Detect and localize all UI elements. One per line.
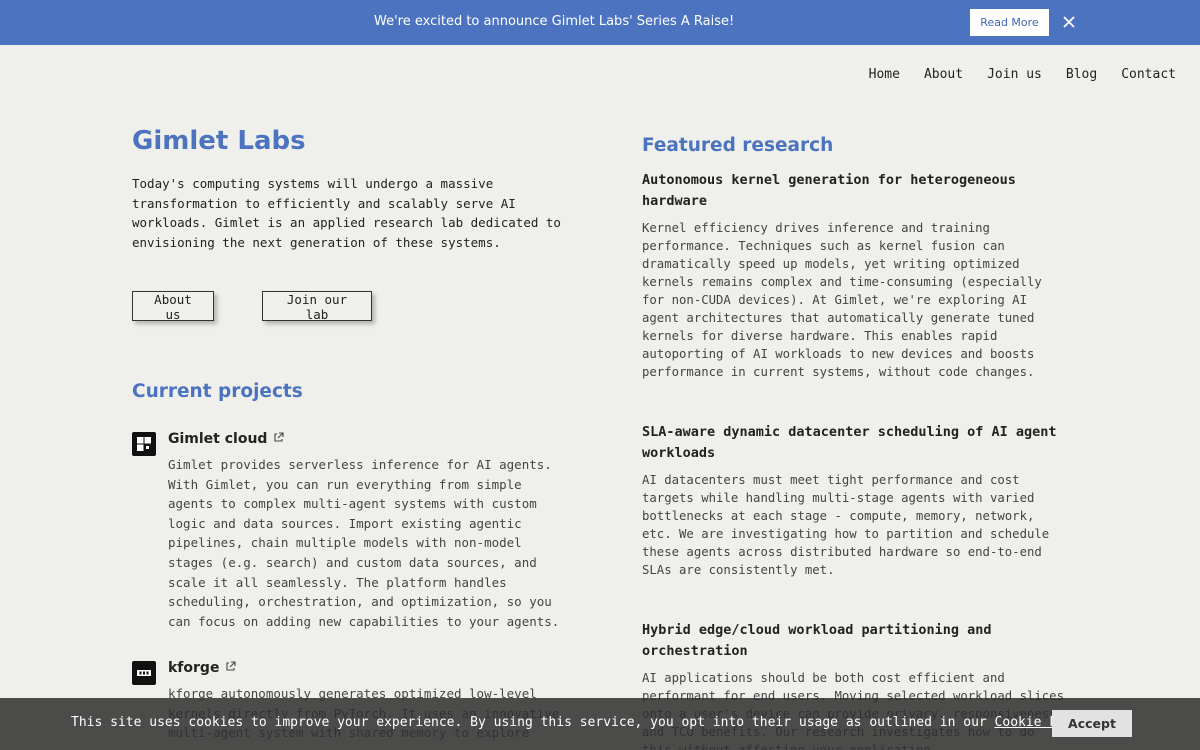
cookie-message: This site uses cookies to improve your e… (71, 715, 995, 730)
gimlet-logo-icon (132, 432, 156, 456)
page-title: Gimlet Labs (132, 126, 306, 156)
projects-heading: Current projects (132, 381, 303, 402)
project-name: Gimlet cloud (168, 431, 268, 447)
nav-contact[interactable]: Contact (1121, 67, 1176, 82)
cookie-text: This site uses cookies to improve your e… (71, 715, 1104, 730)
nav-blog[interactable]: Blog (1066, 67, 1097, 82)
research-title: SLA-aware dynamic datacenter scheduling … (642, 424, 1057, 461)
external-link-icon (273, 431, 285, 447)
read-more-button[interactable]: Read More (970, 9, 1049, 36)
top-nav: Home About Join us Blog Contact (869, 67, 1176, 82)
research-description: AI datacenters must meet tight performan… (642, 473, 1050, 577)
intro-text: Today's computing systems will undergo a… (132, 176, 561, 250)
project-kforge-link[interactable]: kforge (168, 660, 237, 676)
kforge-logo-icon (132, 661, 156, 685)
announcement-banner: We're excited to announce Gimlet Labs' S… (0, 0, 1200, 45)
research-title: Autonomous kernel generation for heterog… (642, 172, 1016, 209)
project-description: Gimlet provides serverless inference for… (168, 457, 560, 629)
external-link-icon (225, 660, 237, 676)
research-title: Hybrid edge/cloud workload partitioning … (642, 622, 992, 659)
announcement-text: We're excited to announce Gimlet Labs' S… (374, 14, 735, 29)
join-lab-button[interactable]: Join our lab (262, 291, 372, 322)
nav-home[interactable]: Home (869, 67, 900, 82)
about-us-button[interactable]: About us (132, 291, 214, 322)
nav-join-us[interactable]: Join us (987, 67, 1042, 82)
project-name: kforge (168, 660, 220, 676)
project-gimlet-cloud-link[interactable]: Gimlet cloud (168, 431, 285, 447)
accept-cookies-button[interactable]: Accept (1052, 710, 1132, 737)
nav-about[interactable]: About (924, 67, 963, 82)
close-icon[interactable] (1059, 12, 1079, 32)
research-heading: Featured research (642, 135, 834, 156)
cookie-banner: This site uses cookies to improve your e… (0, 698, 1200, 750)
research-description: Kernel efficiency drives inference and t… (642, 221, 1042, 379)
